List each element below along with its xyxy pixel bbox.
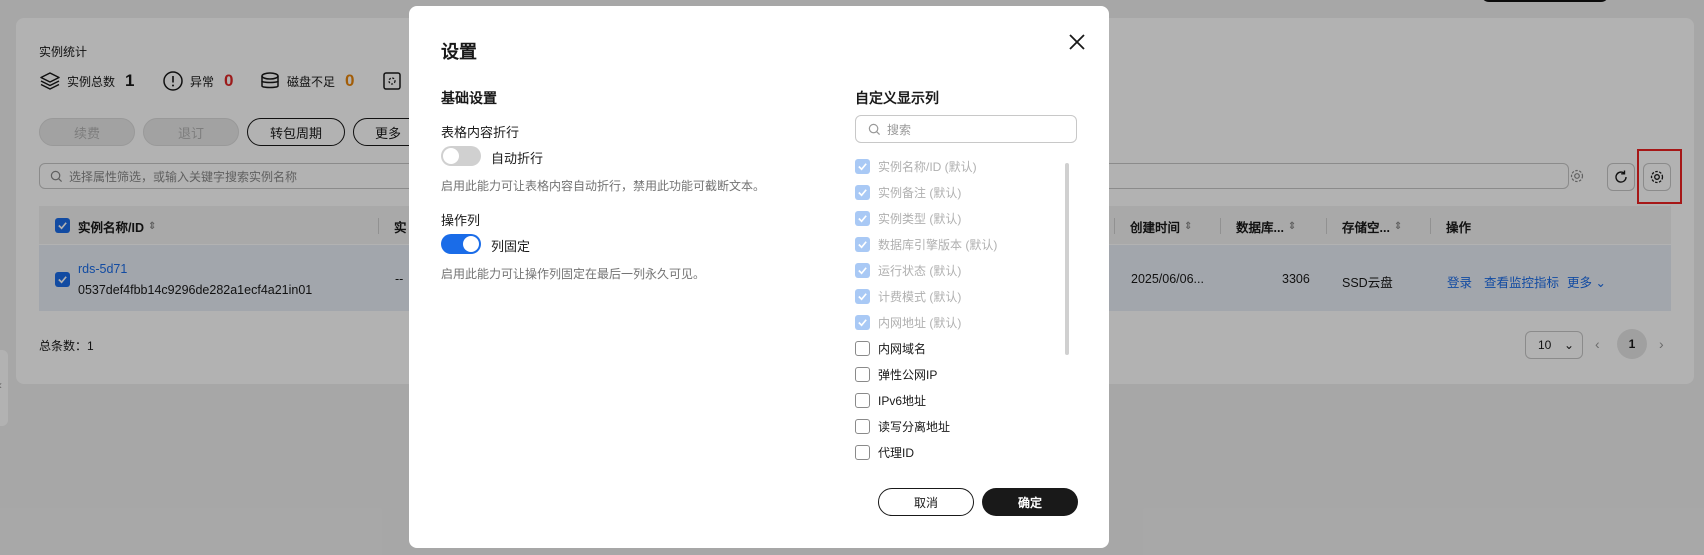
- checkbox-icon[interactable]: [855, 392, 870, 408]
- basic-settings-title: 基础设置: [441, 90, 497, 106]
- column-option: 内网地址 (默认): [855, 312, 961, 332]
- column-option-label: 实例类型 (默认): [878, 211, 962, 226]
- search-icon: [868, 123, 881, 135]
- settings-modal: 设置 基础设置 表格内容折行 自动折行 启用此能力可让表格内容自动折行，禁用此功…: [409, 6, 1109, 548]
- confirm-button[interactable]: 确定: [982, 488, 1078, 516]
- checkbox-icon[interactable]: [855, 366, 870, 382]
- column-list-scrollbar[interactable]: [1065, 163, 1069, 355]
- column-option-label: 内网域名: [878, 341, 927, 356]
- column-option[interactable]: 内网域名: [855, 338, 926, 358]
- column-option: 计费模式 (默认): [855, 286, 961, 306]
- column-option[interactable]: 代理ID: [855, 442, 914, 462]
- checkbox-icon[interactable]: [855, 418, 870, 434]
- column-option-label: 运行状态 (默认): [878, 263, 962, 278]
- column-option-label: 实例名称/ID (默认): [878, 159, 977, 174]
- column-option: 数据库引擎版本 (默认): [855, 234, 997, 254]
- modal-title: 设置: [441, 42, 477, 62]
- checkbox-icon[interactable]: [855, 340, 870, 356]
- action-column-label: 操作列: [441, 213, 481, 228]
- checkbox-checked-icon: [855, 314, 870, 330]
- column-option-label: 数据库引擎版本 (默认): [878, 237, 998, 252]
- checkbox-checked-icon: [855, 210, 870, 226]
- column-option-label: IPv6地址: [878, 393, 927, 408]
- action-desc: 启用此能力可让操作列固定在最后一列永久可见。: [441, 267, 706, 281]
- checkbox-checked-icon: [855, 184, 870, 200]
- column-option-label: 实例备注 (默认): [878, 185, 962, 200]
- action-fixed-label: 列固定: [491, 239, 531, 254]
- close-icon[interactable]: [1067, 32, 1087, 52]
- wrap-toggle-label: 自动折行: [491, 151, 544, 166]
- column-option-label: 弹性公网IP: [878, 367, 938, 382]
- column-option: 实例备注 (默认): [855, 182, 961, 202]
- action-fixed-toggle[interactable]: [441, 234, 481, 254]
- column-option-label: 计费模式 (默认): [878, 289, 962, 304]
- column-option-label: 代理ID: [878, 445, 915, 460]
- column-option[interactable]: IPv6地址: [855, 390, 926, 410]
- checkbox-checked-icon: [855, 236, 870, 252]
- checkbox-checked-icon: [855, 288, 870, 304]
- column-option[interactable]: 弹性公网IP: [855, 364, 937, 384]
- column-option: 运行状态 (默认): [855, 260, 961, 280]
- column-option-label: 内网地址 (默认): [878, 315, 962, 330]
- column-search-input[interactable]: 搜索: [855, 115, 1077, 143]
- checkbox-checked-icon: [855, 158, 870, 174]
- wrap-label: 表格内容折行: [441, 125, 520, 140]
- cancel-button[interactable]: 取消: [878, 488, 974, 516]
- wrap-toggle[interactable]: [441, 146, 481, 166]
- column-option-label: 读写分离地址: [878, 419, 951, 434]
- checkbox-checked-icon: [855, 262, 870, 278]
- column-option: 实例名称/ID (默认): [855, 156, 977, 176]
- column-option[interactable]: 读写分离地址: [855, 416, 950, 436]
- custom-columns-title: 自定义显示列: [855, 90, 939, 106]
- column-search-placeholder: 搜索: [887, 122, 912, 137]
- wrap-desc: 启用此能力可让表格内容自动折行，禁用此功能可截断文本。: [441, 179, 766, 193]
- checkbox-icon[interactable]: [855, 444, 870, 460]
- column-option: 实例类型 (默认): [855, 208, 961, 228]
